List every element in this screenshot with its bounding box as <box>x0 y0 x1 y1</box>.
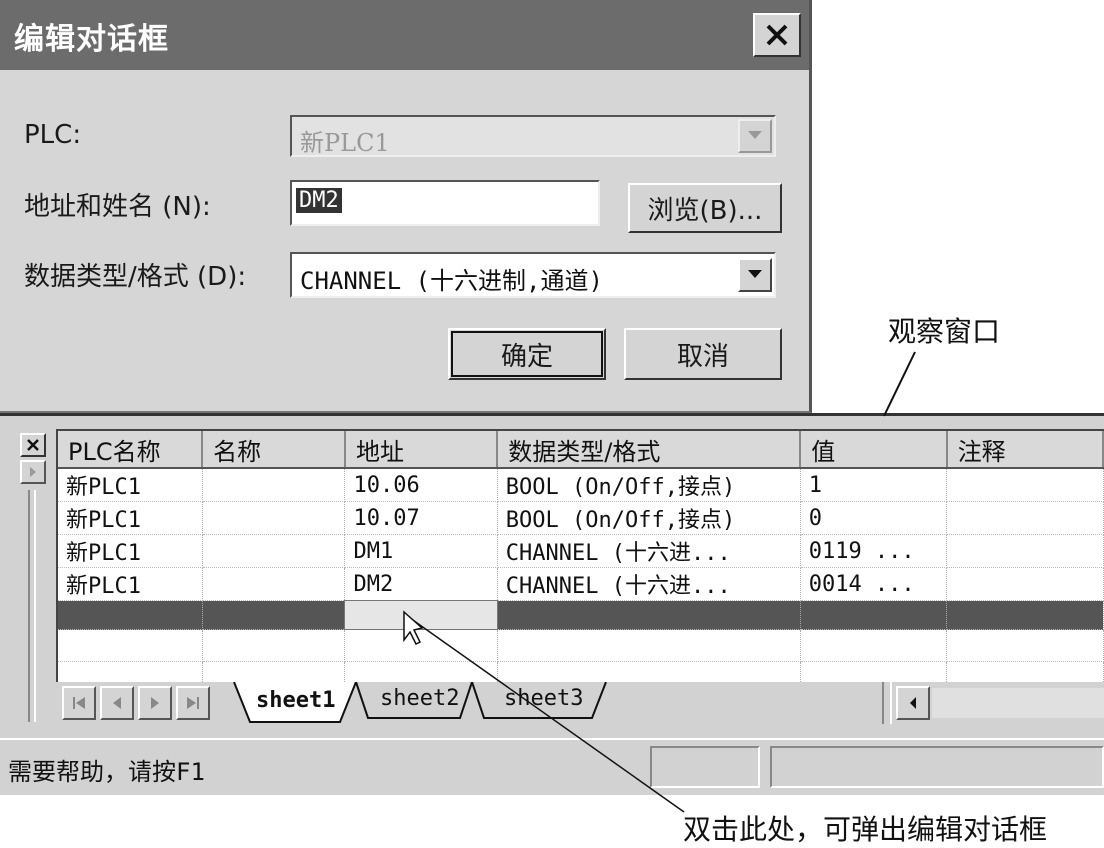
chevron-down-icon <box>748 270 762 278</box>
column-header-value[interactable]: 值 <box>800 431 948 469</box>
tab-sheet3[interactable]: sheet3 <box>504 686 583 711</box>
cell-address[interactable]: DM2 <box>344 567 498 601</box>
header-row: PLC名称 名称 地址 数据类型/格式 值 注释 <box>58 431 1104 469</box>
cell-address[interactable]: 10.06 <box>344 468 498 502</box>
empty-row[interactable] <box>58 661 1104 682</box>
cell-value[interactable] <box>800 600 948 630</box>
address-input-value: DM2 <box>296 188 342 213</box>
double-click-annotation: 双击此处，可弹出编辑对话框 <box>683 813 1048 846</box>
address-label: 地址和姓名 (N): <box>24 192 211 222</box>
tab-sheet1[interactable]: sheet1 <box>256 688 335 713</box>
panel-expand-button[interactable] <box>20 460 46 484</box>
dialog-title: 编辑对话框 <box>14 22 169 57</box>
cell-comment[interactable] <box>946 501 1104 535</box>
watch-table: PLC名称 名称 地址 数据类型/格式 值 注释 新PLC1 10.06 BOO… <box>58 431 1104 682</box>
scroll-left-button[interactable] <box>896 686 930 720</box>
column-header-address[interactable]: 地址 <box>344 431 499 469</box>
panel-close-button[interactable] <box>20 433 46 457</box>
panel-grip[interactable] <box>28 490 36 722</box>
cell-name[interactable] <box>202 534 346 568</box>
sheet-tab-bar: sheet1 sheet2 sheet3 <box>56 682 1104 726</box>
datatype-select[interactable]: CHANNEL (十六进制,通道) <box>290 252 776 298</box>
cell-plc-name[interactable]: 新PLC1 <box>58 468 203 502</box>
cell-plc-name[interactable]: 新PLC1 <box>58 534 203 568</box>
empty-row[interactable] <box>58 629 1104 662</box>
status-help-text: 需要帮助，请按F1 <box>8 758 205 786</box>
scroll-left-icon <box>910 697 916 709</box>
cell-plc-name[interactable] <box>58 600 203 630</box>
cell-name[interactable] <box>202 567 346 601</box>
status-bar: 需要帮助，请按F1 <box>0 738 1104 795</box>
cell-datatype[interactable]: CHANNEL (十六进... <box>497 534 801 568</box>
tab-splitter[interactable] <box>882 682 892 724</box>
cell-comment[interactable] <box>946 534 1104 568</box>
address-input[interactable]: DM2 <box>290 180 600 226</box>
cell-plc-name[interactable]: 新PLC1 <box>58 567 203 601</box>
next-icon <box>151 697 159 709</box>
cell-value[interactable]: 0119 ... <box>800 534 948 568</box>
horizontal-scrollbar-track[interactable] <box>932 688 1104 718</box>
cell-datatype[interactable]: BOOL (On/Off,接点) <box>497 468 801 502</box>
cell-address-new[interactable] <box>344 600 498 630</box>
browse-button[interactable]: 浏览(B)... <box>628 183 782 233</box>
table-row[interactable]: 新PLC1 10.07 BOOL (On/Off,接点) 0 <box>58 501 1104 535</box>
column-header-name[interactable]: 名称 <box>202 431 346 469</box>
cancel-button[interactable]: 取消 <box>624 328 782 380</box>
prev-icon <box>113 697 121 709</box>
prev-sheet-button[interactable] <box>100 686 134 720</box>
cell-address[interactable]: 10.07 <box>344 501 498 535</box>
plc-select[interactable]: 新PLC1 <box>290 115 776 157</box>
cell-name[interactable] <box>202 468 346 502</box>
cell-name[interactable] <box>202 501 346 535</box>
dialog-titlebar: 编辑对话框 <box>0 0 809 70</box>
watch-window-annotation: 观察窗口 <box>888 315 1001 348</box>
chevron-down-icon <box>748 131 762 139</box>
status-panel-1 <box>650 746 760 788</box>
last-sheet-button[interactable] <box>176 686 210 720</box>
panel-close-icon <box>27 439 39 451</box>
chevron-right-icon <box>30 467 36 477</box>
new-entry-row[interactable] <box>58 600 1104 630</box>
cell-plc-name[interactable]: 新PLC1 <box>58 501 203 535</box>
cell-value[interactable]: 0 <box>800 501 948 535</box>
cell-value[interactable]: 1 <box>800 468 948 502</box>
plc-select-value: 新PLC1 <box>300 129 390 157</box>
cell-comment[interactable] <box>946 600 1104 630</box>
cell-address[interactable]: DM1 <box>344 534 498 568</box>
table-row[interactable]: 新PLC1 10.06 BOOL (On/Off,接点) 1 <box>58 468 1104 502</box>
datatype-select-value: CHANNEL (十六进制,通道) <box>300 267 603 295</box>
tab-sheet2[interactable]: sheet2 <box>380 686 459 711</box>
last-icon <box>187 697 199 709</box>
column-header-plc-name[interactable]: PLC名称 <box>58 431 204 469</box>
cell-datatype[interactable]: BOOL (On/Off,接点) <box>497 501 801 535</box>
edit-dialog: 编辑对话框 PLC: 新PLC1 地址和姓名 (N): DM2 浏览(B)...… <box>0 0 812 413</box>
watch-grid: PLC名称 名称 地址 数据类型/格式 值 注释 新PLC1 10.06 BOO… <box>56 429 1104 682</box>
cell-name[interactable] <box>202 600 346 630</box>
close-button[interactable] <box>753 13 801 57</box>
cell-value[interactable]: 0014 ... <box>800 567 948 601</box>
first-icon <box>73 697 85 709</box>
cell-comment[interactable] <box>946 468 1104 502</box>
next-sheet-button[interactable] <box>138 686 172 720</box>
table-row[interactable]: 新PLC1 DM2 CHANNEL (十六进... 0014 ... <box>58 567 1104 601</box>
datatype-dropdown-button[interactable] <box>738 258 772 292</box>
table-row[interactable]: 新PLC1 DM1 CHANNEL (十六进... 0119 ... <box>58 534 1104 568</box>
close-icon <box>766 24 788 46</box>
status-panel-2 <box>770 746 1104 788</box>
watch-window-leader <box>883 351 916 417</box>
column-header-comment[interactable]: 注释 <box>946 431 1104 469</box>
plc-label: PLC: <box>24 120 82 150</box>
cell-datatype[interactable]: CHANNEL (十六进... <box>497 567 801 601</box>
cell-comment[interactable] <box>946 567 1104 601</box>
ok-button[interactable]: 确定 <box>448 328 606 380</box>
first-sheet-button[interactable] <box>62 686 96 720</box>
column-header-datatype[interactable]: 数据类型/格式 <box>497 431 802 469</box>
cell-datatype[interactable] <box>497 600 801 630</box>
datatype-label: 数据类型/格式 (D): <box>24 262 247 292</box>
plc-dropdown-button[interactable] <box>738 119 772 153</box>
